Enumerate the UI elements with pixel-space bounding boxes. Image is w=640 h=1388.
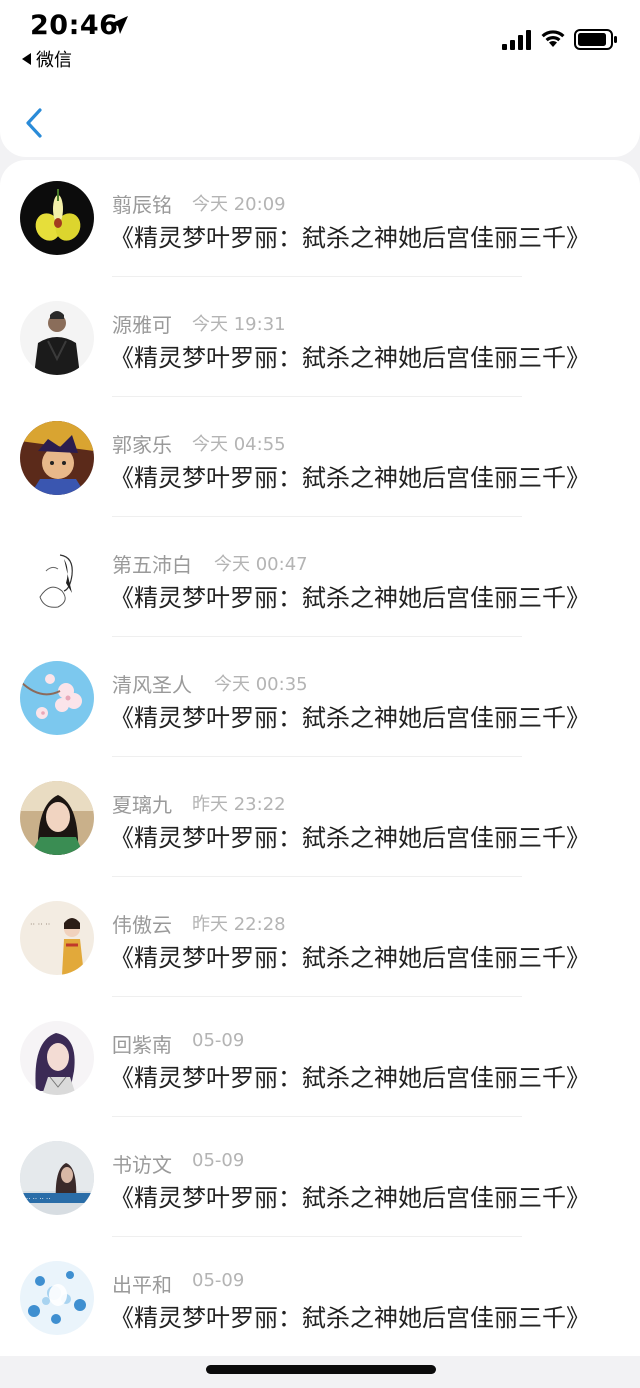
message-text: 《精灵梦叶罗丽：弑杀之神她后宫佳丽三千》 [110, 224, 590, 252]
location-arrow-icon [110, 16, 128, 34]
divider [112, 756, 522, 757]
message-time: 05-09 [192, 1030, 245, 1051]
message-text: 《精灵梦叶罗丽：弑杀之神她后宫佳丽三千》 [110, 704, 590, 732]
avatar: ·· ·· ·· [20, 901, 94, 975]
sender-name: 清风圣人 [112, 673, 192, 697]
message-text: 《精灵梦叶罗丽：弑杀之神她后宫佳丽三千》 [110, 1064, 590, 1092]
avatar [20, 661, 94, 735]
divider [112, 876, 522, 877]
list-item[interactable]: 清风圣人 今天 00:35 《精灵梦叶罗丽：弑杀之神她后宫佳丽三千》 [0, 640, 640, 760]
list-item[interactable]: ·· ·· ·· 伟傲云 昨天 22:28 《精灵梦叶罗丽：弑杀之神她后宫佳丽三… [0, 880, 640, 1000]
message-time: 今天 04:55 [192, 434, 286, 455]
message-time: 今天 00:35 [214, 674, 308, 695]
list-item[interactable]: 回紫南 05-09 《精灵梦叶罗丽：弑杀之神她后宫佳丽三千》 [0, 1000, 640, 1120]
battery-icon [574, 29, 617, 50]
divider [112, 276, 522, 277]
message-time: 今天 20:09 [192, 194, 286, 215]
back-app-label: 微信 [36, 50, 72, 71]
divider [112, 996, 522, 997]
message-time: 05-09 [192, 1270, 245, 1291]
screen: 20:46 微信 翦辰铭 今天 20:09 《精灵梦叶罗丽：弑杀之神她后宫佳丽三… [0, 0, 640, 1388]
message-text: 《精灵梦叶罗丽：弑杀之神她后宫佳丽三千》 [110, 1304, 590, 1332]
divider [112, 1116, 522, 1117]
sender-name: 伟傲云 [112, 913, 172, 937]
sender-name: 翦辰铭 [112, 193, 172, 217]
sender-name: 夏璃九 [112, 793, 172, 817]
sender-name: 郭家乐 [112, 433, 172, 457]
sender-name: 回紫南 [112, 1033, 172, 1057]
sender-name: 第五沛白 [112, 553, 192, 577]
divider [112, 396, 522, 397]
list-item[interactable]: 郭家乐 今天 04:55 《精灵梦叶罗丽：弑杀之神她后宫佳丽三千》 [0, 400, 640, 520]
list-item[interactable]: 第五沛白 今天 00:47 《精灵梦叶罗丽：弑杀之神她后宫佳丽三千》 [0, 520, 640, 640]
avatar: ·· ·· ·· ·· [20, 1141, 94, 1215]
home-indicator[interactable] [206, 1365, 436, 1374]
sender-name: 源雅可 [112, 313, 172, 337]
list-item[interactable]: 源雅可 今天 19:31 《精灵梦叶罗丽：弑杀之神她后宫佳丽三千》 [0, 280, 640, 400]
avatar [20, 781, 94, 855]
sender-name: 出平和 [112, 1273, 172, 1297]
divider [112, 516, 522, 517]
message-time: 今天 19:31 [192, 314, 286, 335]
message-list: 翦辰铭 今天 20:09 《精灵梦叶罗丽：弑杀之神她后宫佳丽三千》 源雅可 今天… [0, 160, 640, 1356]
list-item[interactable]: ·· ·· ·· ·· 书访文 05-09 《精灵梦叶罗丽：弑杀之神她后宫佳丽三… [0, 1120, 640, 1240]
sender-name: 书访文 [112, 1153, 172, 1177]
message-time: 昨天 22:28 [192, 914, 286, 935]
message-text: 《精灵梦叶罗丽：弑杀之神她后宫佳丽三千》 [110, 824, 590, 852]
svg-text:·· ·· ··: ·· ·· ·· [30, 920, 50, 929]
divider [112, 1236, 522, 1237]
chevron-left-icon[interactable] [22, 104, 46, 142]
message-text: 《精灵梦叶罗丽：弑杀之神她后宫佳丽三千》 [110, 1184, 590, 1212]
svg-text:·· ·· ·· ··: ·· ·· ·· ·· [26, 1195, 50, 1203]
message-text: 《精灵梦叶罗丽：弑杀之神她后宫佳丽三千》 [110, 344, 590, 372]
wifi-icon [541, 30, 565, 47]
message-time: 今天 00:47 [214, 554, 308, 575]
avatar [20, 1021, 94, 1095]
back-triangle-icon [22, 53, 31, 65]
message-text: 《精灵梦叶罗丽：弑杀之神她后宫佳丽三千》 [110, 584, 590, 612]
message-text: 《精灵梦叶罗丽：弑杀之神她后宫佳丽三千》 [110, 464, 590, 492]
back-to-app-link[interactable]: 微信 [22, 46, 72, 72]
avatar [20, 1261, 94, 1335]
message-text: 《精灵梦叶罗丽：弑杀之神她后宫佳丽三千》 [110, 944, 590, 972]
message-time: 昨天 23:22 [192, 794, 286, 815]
avatar [20, 181, 94, 255]
avatar [20, 421, 94, 495]
avatar [20, 541, 94, 615]
list-item[interactable]: 出平和 05-09 《精灵梦叶罗丽：弑杀之神她后宫佳丽三千》 [0, 1240, 640, 1356]
header-card: 20:46 微信 [0, 0, 640, 157]
list-item[interactable]: 夏璃九 昨天 23:22 《精灵梦叶罗丽：弑杀之神她后宫佳丽三千》 [0, 760, 640, 880]
avatar [20, 301, 94, 375]
cellular-signal-icon [502, 30, 531, 50]
status-time: 20:46 [30, 10, 119, 41]
message-time: 05-09 [192, 1150, 245, 1171]
divider [112, 636, 522, 637]
list-item[interactable]: 翦辰铭 今天 20:09 《精灵梦叶罗丽：弑杀之神她后宫佳丽三千》 [0, 160, 640, 280]
